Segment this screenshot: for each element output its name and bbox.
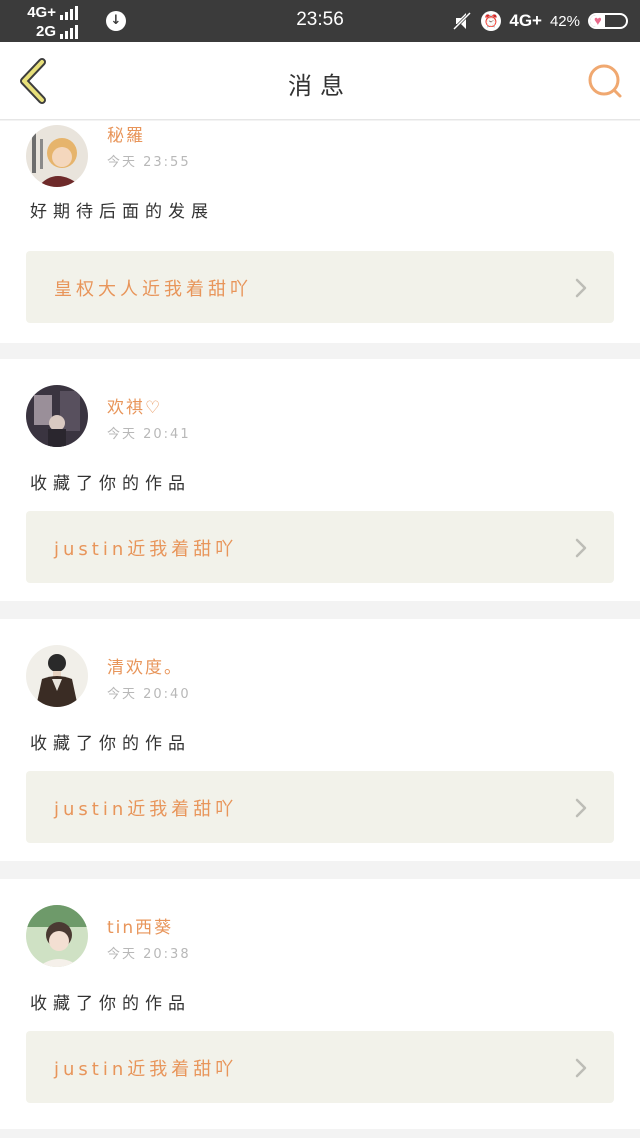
timestamp: 今天 20:41: [107, 427, 191, 442]
work-link[interactable]: justin近我着甜吖: [26, 1031, 614, 1103]
status-bar: 4G+ 2G ↓ 23:56 ⏰ 4G+ 42% ♥: [0, 0, 640, 42]
search-button[interactable]: [586, 62, 624, 100]
timestamp: 今天 20:38: [107, 947, 191, 962]
network-label-right: 4G+: [509, 11, 542, 30]
message-card: 清欢度。 今天 20:40 收藏了你的作品 justin近我着甜吖: [0, 619, 640, 861]
message-text: 收藏了你的作品: [30, 734, 191, 754]
avatar[interactable]: [26, 385, 88, 447]
network-indicator: 4G+ 2G: [14, 3, 94, 41]
app-header: 消息: [0, 42, 640, 120]
message-card: 欢祺♡ 今天 20:41 收藏了你的作品 justin近我着甜吖: [0, 359, 640, 601]
username[interactable]: 秘羅: [107, 121, 145, 146]
page-title: 消息: [288, 72, 352, 100]
battery-percent: 42%: [549, 12, 580, 30]
signal-bars-icon: [60, 5, 80, 20]
chevron-right-icon: [575, 538, 587, 558]
avatar[interactable]: [26, 905, 88, 967]
avatar[interactable]: [26, 125, 88, 187]
work-title: justin近我着甜吖: [54, 539, 238, 560]
username[interactable]: 欢祺♡: [107, 393, 162, 418]
timestamp: 今天 20:40: [107, 687, 191, 702]
message-text: 收藏了你的作品: [30, 994, 191, 1014]
battery-icon: ♥: [588, 13, 628, 29]
work-title: justin近我着甜吖: [54, 1059, 238, 1080]
network-label-top: 4G+: [27, 4, 56, 21]
work-link[interactable]: justin近我着甜吖: [26, 771, 614, 843]
work-link[interactable]: justin近我着甜吖: [26, 511, 614, 583]
alarm-icon: ⏰: [481, 11, 502, 31]
silent-mode-icon: [451, 10, 473, 32]
chevron-right-icon: [575, 278, 587, 298]
download-icon: ↓: [106, 11, 126, 31]
search-icon: [588, 64, 622, 98]
message-list[interactable]: 秘羅 今天 23:55 好期待后面的发展 皇权大人近我着甜吖 欢祺♡ 今天 20…: [0, 121, 640, 1138]
chevron-right-icon: [575, 798, 587, 818]
work-title: justin近我着甜吖: [54, 799, 238, 820]
clock: 23:56: [296, 9, 344, 30]
work-link[interactable]: 皇权大人近我着甜吖: [26, 251, 614, 323]
message-text: 好期待后面的发展: [30, 202, 214, 222]
username[interactable]: tin西葵: [107, 913, 173, 938]
avatar[interactable]: [26, 645, 88, 707]
signal-bars-icon: [60, 24, 80, 39]
message-text: 收藏了你的作品: [30, 474, 191, 494]
timestamp: 今天 23:55: [107, 155, 191, 170]
username[interactable]: 清欢度。: [107, 653, 183, 678]
message-card: tin西葵 今天 20:38 收藏了你的作品 justin近我着甜吖: [0, 879, 640, 1129]
chevron-left-icon: [20, 58, 46, 104]
heart-icon: ♥: [594, 13, 602, 28]
network-label-bottom: 2G: [35, 23, 56, 40]
message-card: 秘羅 今天 23:55 好期待后面的发展 皇权大人近我着甜吖: [0, 121, 640, 343]
back-button[interactable]: [14, 56, 54, 106]
chevron-right-icon: [575, 1058, 587, 1078]
work-title: 皇权大人近我着甜吖: [54, 279, 252, 300]
